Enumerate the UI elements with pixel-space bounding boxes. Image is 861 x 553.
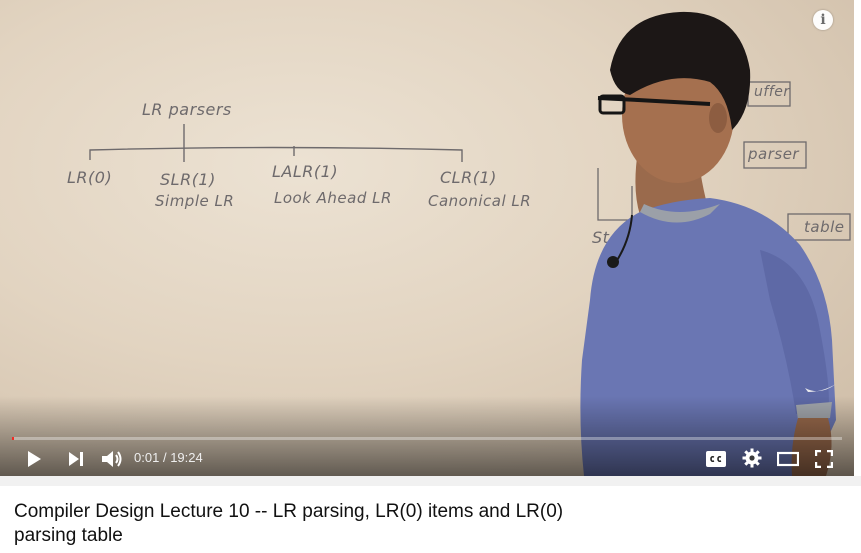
- gear-icon: [742, 448, 762, 468]
- progress-played: [12, 437, 14, 440]
- parser-lr0-label: LR(0): [67, 168, 113, 187]
- settings-button[interactable]: [740, 446, 764, 470]
- captions-icon: [706, 451, 726, 467]
- parser-slr1-desc: Simple LR: [155, 192, 235, 210]
- parser-clr1-desc: Canonical LR: [428, 192, 532, 210]
- video-title: Compiler Design Lecture 10 -- LR parsing…: [14, 501, 564, 546]
- theater-mode-button[interactable]: [775, 447, 801, 471]
- volume-button[interactable]: [99, 446, 125, 472]
- fullscreen-button[interactable]: [812, 447, 836, 471]
- fullscreen-icon: [815, 450, 833, 468]
- duration: 19:24: [170, 450, 203, 465]
- theater-mode-icon: [777, 451, 799, 467]
- info-icon[interactable]: i: [813, 10, 833, 30]
- play-icon: [28, 451, 41, 467]
- next-icon: [69, 452, 83, 466]
- time-separator: /: [162, 450, 167, 465]
- parser-clr1-label: CLR(1): [440, 168, 497, 187]
- parser-lalr1-desc: Look Ahead LR: [274, 189, 392, 207]
- time-display: 0:01 / 19:24: [134, 450, 203, 465]
- video-player[interactable]: LR parsers LR(0) SLR(1) Simple LR LALR(1…: [0, 0, 854, 476]
- progress-bar[interactable]: [12, 437, 842, 440]
- whiteboard-root-label: LR parsers: [142, 100, 232, 119]
- current-time: 0:01: [134, 450, 160, 465]
- parser-lalr1-label: LALR(1): [272, 162, 339, 181]
- next-button[interactable]: [64, 447, 88, 471]
- captions-button[interactable]: [704, 447, 728, 471]
- play-button[interactable]: [22, 447, 46, 471]
- parser-slr1-label: SLR(1): [160, 170, 216, 189]
- volume-icon: [102, 451, 122, 467]
- player-divider: [0, 476, 861, 486]
